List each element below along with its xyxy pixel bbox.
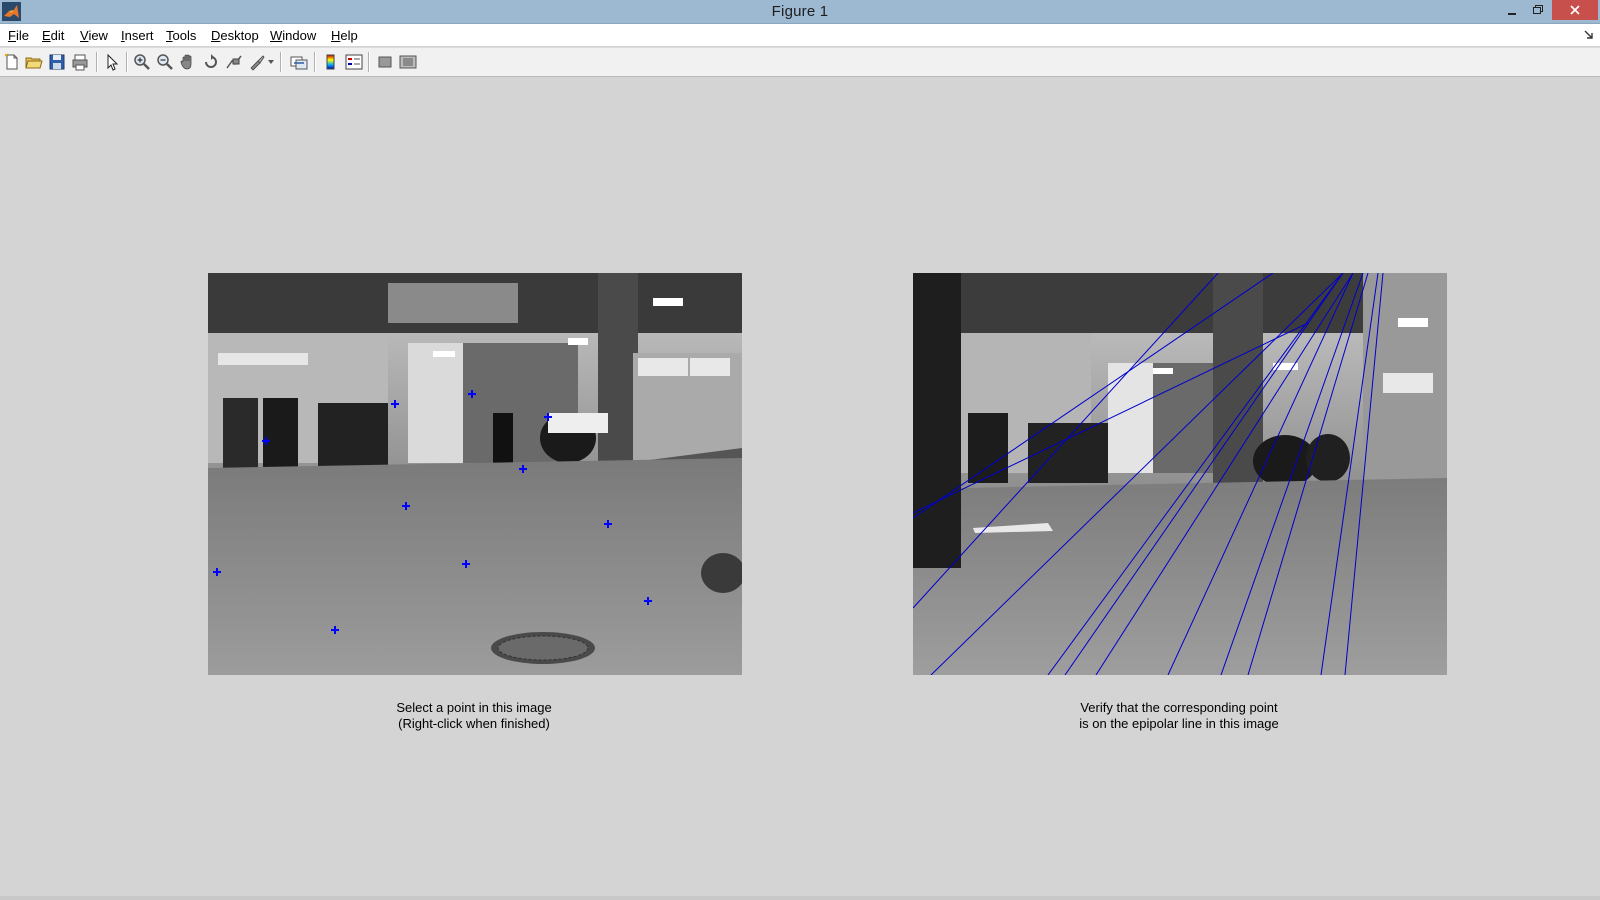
left-caption-line-2: (Right-click when finished) [398,716,550,731]
save-icon[interactable] [48,53,66,71]
open-file-icon[interactable] [25,53,43,71]
epipolar-line [1064,273,1344,675]
menu-help[interactable]: Help [331,28,358,43]
link-plot-icon[interactable] [290,53,308,71]
selected-points-layer [213,390,652,634]
edit-plot-arrow-icon[interactable] [103,53,121,71]
left-image-axes[interactable] [208,273,742,675]
title-bar[interactable]: Figure 1 [0,0,1600,24]
close-button[interactable] [1552,0,1598,20]
epipolar-line [1095,273,1354,675]
selected-point-marker [544,413,552,421]
close-icon [1570,5,1580,15]
epipolar-line [930,273,1344,675]
selected-point-marker [402,502,410,510]
legend-icon[interactable] [345,53,363,71]
minimize-icon [1508,13,1516,15]
selected-point-marker [604,520,612,528]
show-plot-tools-icon[interactable] [399,53,417,71]
menu-file[interactable]: File [8,28,29,43]
menu-tools[interactable]: Tools [166,28,196,43]
left-caption-line-1: Select a point in this image [396,700,552,715]
menu-bar: File Edit View Insert Tools Desktop Wind… [0,24,1600,46]
right-caption-line-2: is on the epipolar line in this image [1079,716,1279,731]
right-caption-line-1: Verify that the corresponding point [1080,700,1278,715]
brush-icon[interactable] [248,53,266,71]
right-image-axes[interactable] [913,273,1447,675]
epipolar-line [1220,273,1364,675]
zoom-in-icon[interactable] [133,53,151,71]
epipolar-lines-layer [913,273,1384,675]
toolbar-separator [368,52,370,72]
pan-hand-icon[interactable] [179,53,197,71]
menu-insert[interactable]: Insert [121,28,154,43]
menu-view[interactable]: View [80,28,108,43]
right-image-caption: Verify that the corresponding point is o… [979,700,1379,732]
selected-point-marker [462,560,470,568]
selected-point-marker [213,568,221,576]
menu-window[interactable]: Window [270,28,316,43]
window-title: Figure 1 [771,3,829,20]
menu-desktop[interactable]: Desktop [211,28,259,43]
epipolar-line [1344,273,1384,675]
data-cursor-icon[interactable] [225,53,243,71]
brush-dropdown-icon[interactable] [268,60,274,64]
dock-figure-icon[interactable] [1584,30,1594,40]
restore-button[interactable] [1525,0,1551,20]
selected-point-marker [391,400,399,408]
new-figure-icon[interactable] [3,53,21,71]
hide-plot-tools-icon[interactable] [376,53,394,71]
zoom-out-icon[interactable] [156,53,174,71]
selected-point-marker [644,597,652,605]
toolbar-separator [96,52,98,72]
toolbar-separator [314,52,316,72]
epipolar-line [913,273,1219,609]
restore-icon [1533,5,1543,14]
minimize-button[interactable] [1499,0,1525,20]
menu-edit[interactable]: Edit [42,28,64,43]
selected-point-marker [262,437,270,445]
left-image-caption: Select a point in this image (Right-clic… [274,700,674,732]
toolbar-separator [280,52,282,72]
selected-point-marker [519,465,527,473]
colorbar-icon[interactable] [322,53,340,71]
epipolar-line [913,273,1274,519]
window-bottom-edge [0,896,1600,900]
print-icon[interactable] [71,53,89,71]
rotate-3d-icon[interactable] [202,53,220,71]
epipolar-line [913,322,1309,514]
selected-point-marker [468,390,476,398]
figure-toolbar [0,47,1600,77]
selected-point-marker [331,626,339,634]
toolbar-separator [126,52,128,72]
